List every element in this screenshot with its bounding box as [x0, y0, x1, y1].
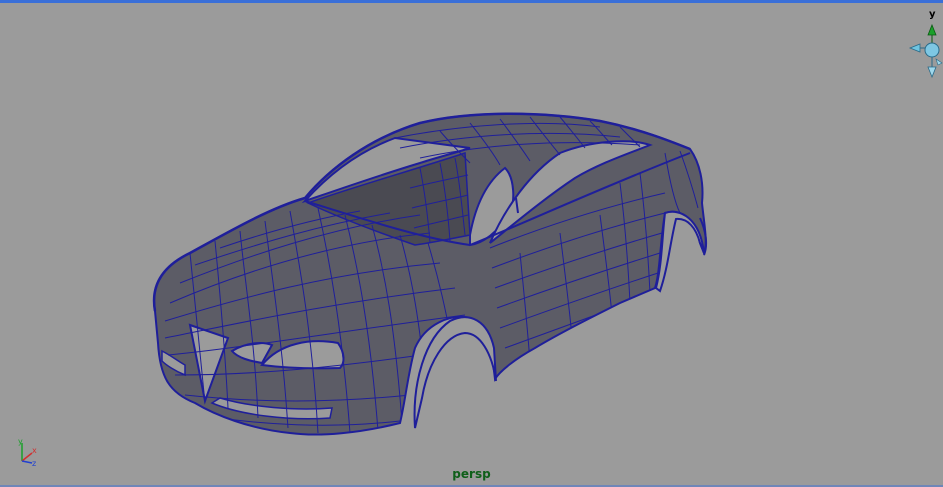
view-cube-icon[interactable] — [908, 21, 943, 79]
axis-orientation-icon: y x z — [18, 437, 37, 468]
viewcube-y-label: y — [929, 9, 936, 20]
front-wheel-arch — [413, 316, 497, 429]
perspective-viewport[interactable]: y y x z persp — [0, 0, 943, 487]
car-body-surface — [153, 112, 707, 436]
car-body-model[interactable] — [0, 3, 943, 487]
axis-x-label: x — [32, 446, 37, 455]
camera-name-label: persp — [452, 467, 491, 481]
axis-y-label: y — [18, 437, 23, 446]
